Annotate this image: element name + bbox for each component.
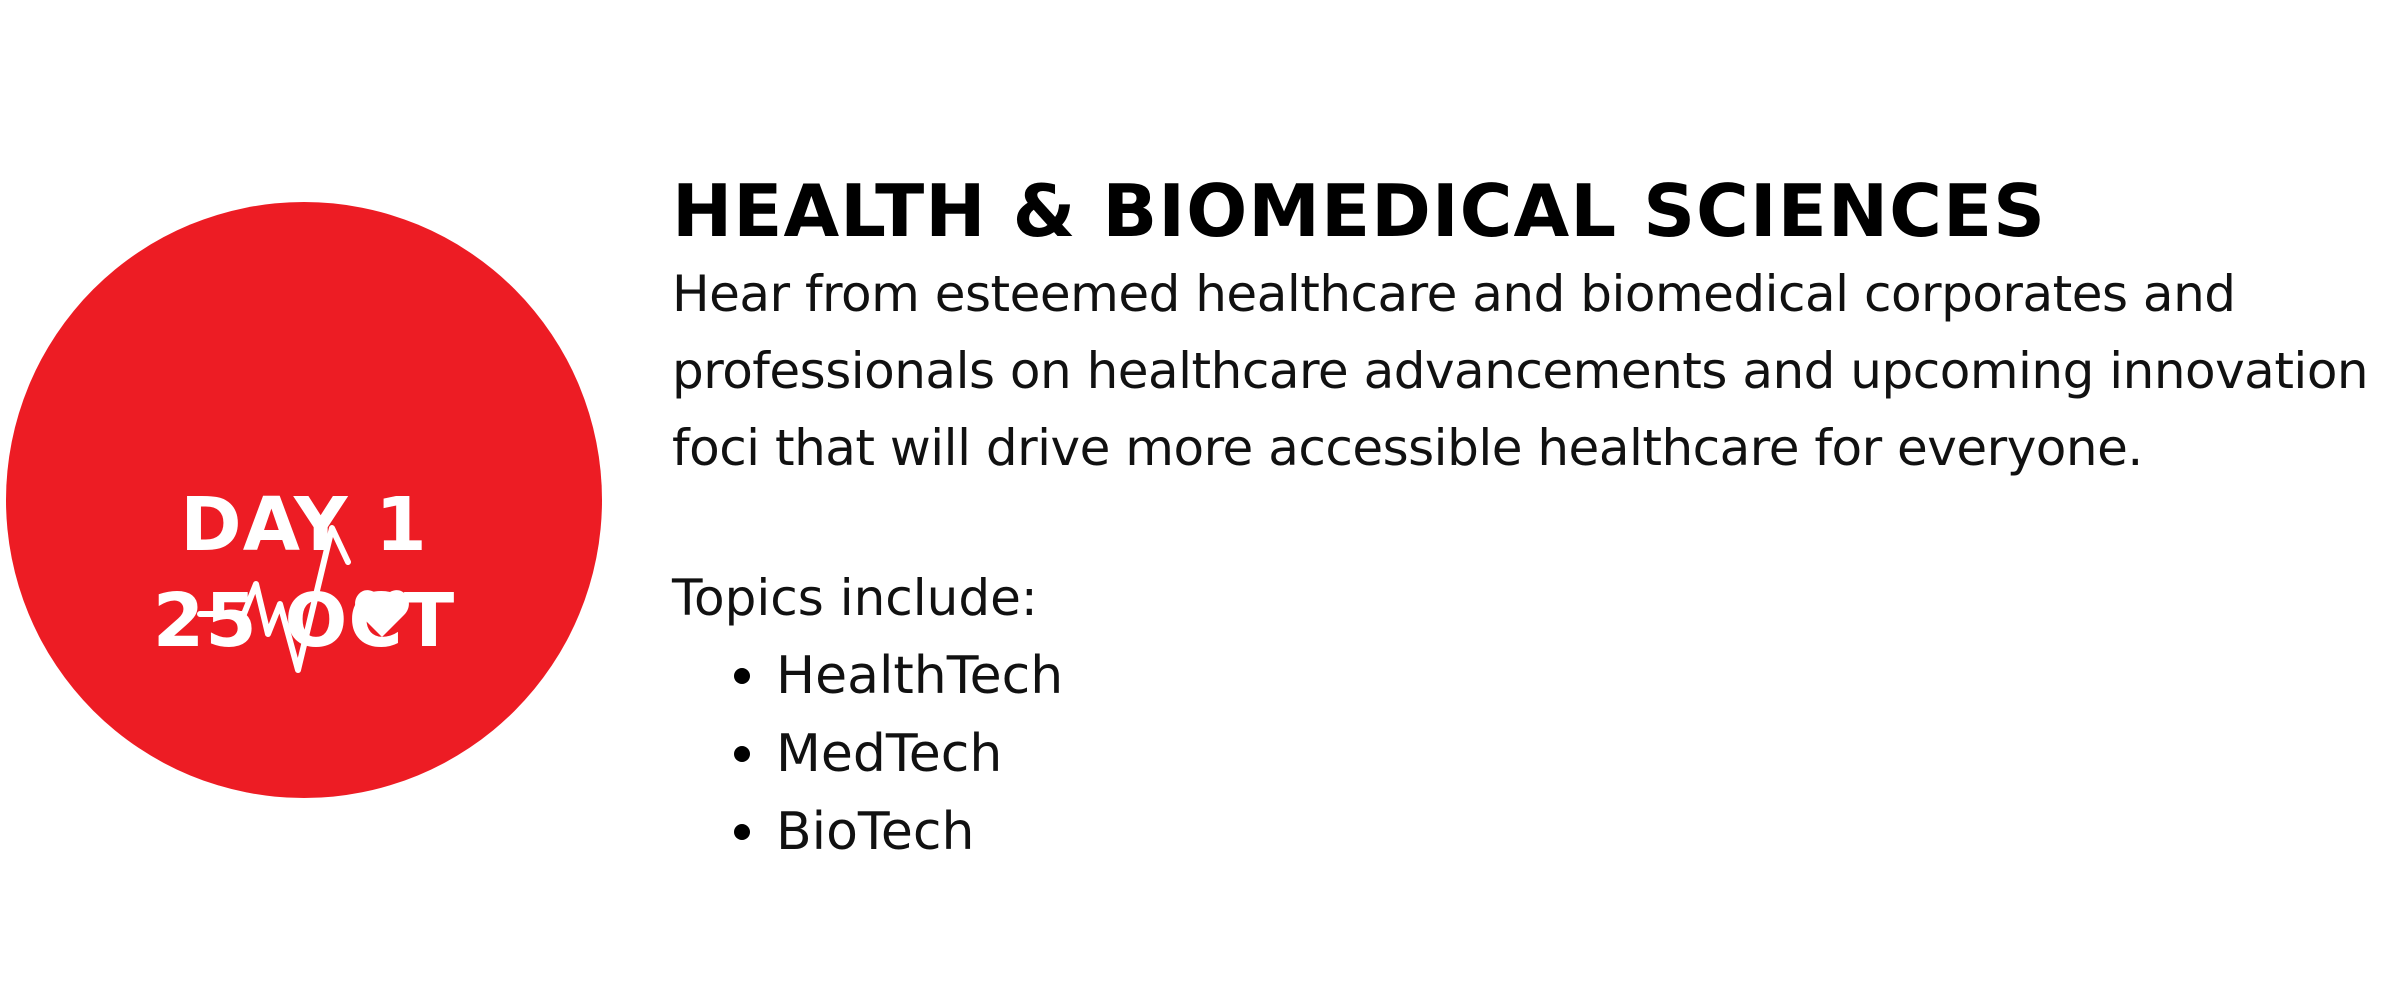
badge-day-label: DAY 1 — [180, 482, 428, 568]
topic-label: HealthTech — [776, 646, 1064, 706]
list-item: HealthTech — [672, 637, 2382, 715]
topic-label: MedTech — [776, 724, 1003, 784]
description-line: Hear from esteemed healthcare and biomed… — [672, 265, 2236, 323]
bullet-icon — [734, 668, 750, 684]
topic-label: BioTech — [776, 802, 975, 862]
bullet-icon — [734, 746, 750, 762]
badge-date-label: 25 OCT — [152, 578, 456, 664]
section-description: Hear from esteemed healthcare and biomed… — [672, 256, 2382, 487]
topics-label: Topics include: — [672, 569, 1038, 627]
section-title: HEALTH & BIOMEDICAL SCIENCES — [672, 169, 2046, 253]
bullet-icon — [734, 824, 750, 840]
description-line: foci that will drive more accessible hea… — [672, 419, 2143, 477]
section-content: HEALTH & BIOMEDICAL SCIENCES Hear from e… — [672, 166, 2382, 871]
topic-list: HealthTech MedTech BioTech — [672, 637, 2382, 871]
description-line: professionals on healthcare advancements… — [672, 342, 2369, 400]
list-item: MedTech — [672, 715, 2382, 793]
day-badge: DAY 1 25 OCT — [6, 202, 602, 798]
list-item: BioTech — [672, 793, 2382, 871]
